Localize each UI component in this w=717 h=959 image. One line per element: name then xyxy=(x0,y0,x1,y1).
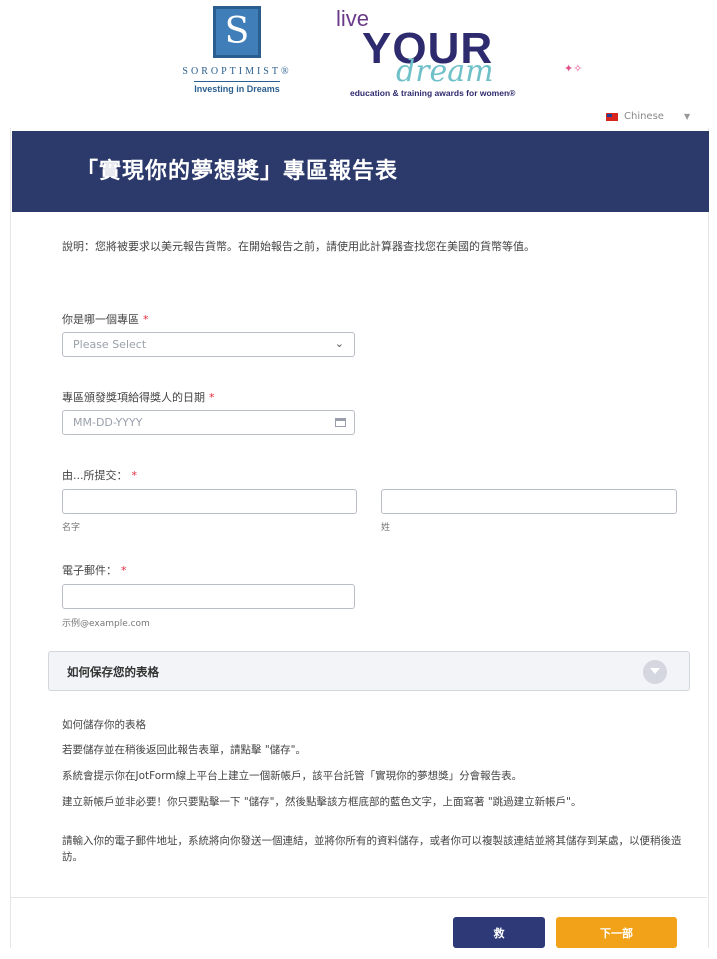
soroptimist-logo: S SOROPTIMIST® Investing in Dreams xyxy=(152,6,322,98)
currency-note: 說明：您將被要求以美元報告貨幣。在開始報告之前，請使用此計算器查找您在美國的貨幣… xyxy=(62,240,535,253)
next-button[interactable]: 下一部 xyxy=(556,917,677,948)
collapsible-title: 如何保存您的表格 xyxy=(67,665,159,679)
instruction-line: 建立新帳戶並非必要！你只要點擊一下 "儲存"，然後點擊該方框底部的藍色文字，上面… xyxy=(62,796,582,808)
region-select[interactable]: Please Select ⌄ xyxy=(62,332,355,357)
email-label: 電子郵件： * xyxy=(62,564,127,577)
first-name-input[interactable] xyxy=(62,489,357,514)
region-label: 你是哪一個專區 * xyxy=(62,313,149,326)
date-label: 專區頒發獎項給得獎人的日期 * xyxy=(62,391,215,404)
chevron-down-icon: ⌄ xyxy=(334,337,344,350)
last-name-input[interactable] xyxy=(381,489,677,514)
required-marker: * xyxy=(143,313,149,326)
form-header: 「實現你的夢想獎」專區報告表 xyxy=(12,131,709,212)
date-placeholder: MM-DD-YYYY xyxy=(73,416,143,429)
submitted-by-label: 由...所提交： * xyxy=(62,469,138,482)
save-form-collapsible[interactable]: 如何保存您的表格 xyxy=(48,651,690,691)
last-name-sublabel: 姓 xyxy=(381,523,391,533)
form-title: 「實現你的夢想獎」專區報告表 xyxy=(76,159,399,184)
calendar-icon[interactable] xyxy=(335,418,346,427)
first-name-sublabel: 名字 xyxy=(62,523,81,533)
instruction-line: 請輸入你的電子郵件地址，系統將向你發送一個連結，並將你所有的資料儲存，或者你可以… xyxy=(62,835,682,863)
language-selector[interactable]: Chinese ▼ xyxy=(606,111,690,122)
flag-icon xyxy=(606,112,618,121)
logo-dream-text: dream xyxy=(396,54,494,89)
footer-divider xyxy=(10,897,707,898)
soroptimist-emblem: S xyxy=(213,6,261,58)
language-label: Chinese xyxy=(624,111,664,122)
chevron-down-icon[interactable] xyxy=(643,660,667,684)
region-placeholder: Please Select xyxy=(73,338,147,351)
save-button[interactable]: 救 xyxy=(453,917,545,948)
email-sublabel: 示例@example.com xyxy=(62,619,150,629)
instruction-line: 若要儲存並在稍後返回此報告表單，請點擊 "儲存"。 xyxy=(62,744,306,756)
chevron-down-icon: ▼ xyxy=(683,112,691,121)
logo-area: S SOROPTIMIST® Investing in Dreams live … xyxy=(0,0,717,105)
email-field[interactable] xyxy=(62,584,355,609)
live-your-dream-logo: live YOUR dream ✦✧ education & training … xyxy=(336,4,596,99)
instruction-line: 系統會提示你在JotForm線上平台上建立一個新帳戶，該平台託管「實現你的夢想獎… xyxy=(62,770,523,782)
logo-subtitle: education & training awards for women® xyxy=(350,88,516,98)
required-marker: * xyxy=(121,564,127,577)
required-marker: * xyxy=(131,469,138,482)
instructions-heading: 如何儲存你的表格 xyxy=(62,719,146,731)
soroptimist-name: SOROPTIMIST® xyxy=(182,66,292,77)
soroptimist-tagline: Investing in Dreams xyxy=(194,81,280,94)
date-input[interactable]: MM-DD-YYYY xyxy=(62,410,355,435)
stars-icon: ✦✧ xyxy=(564,62,583,75)
required-marker: * xyxy=(209,391,215,404)
